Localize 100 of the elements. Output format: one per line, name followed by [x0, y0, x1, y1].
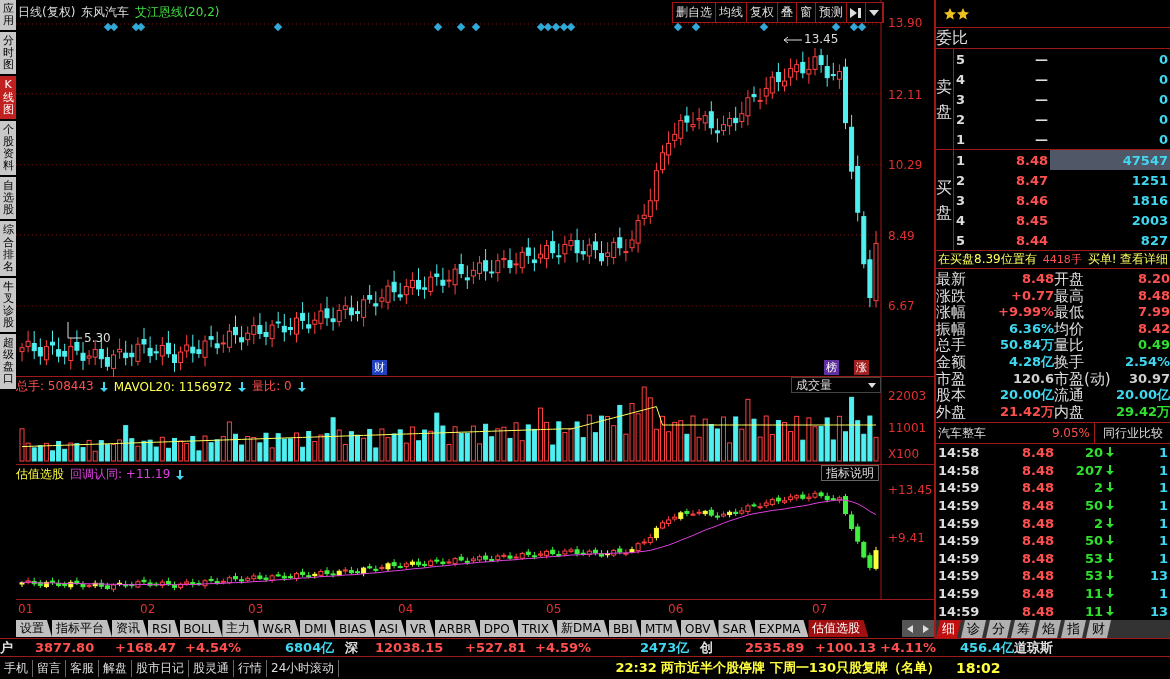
price-cell-text: 8.44 [1014, 231, 1049, 250]
indicator-dropdown[interactable]: 成交量 [791, 377, 881, 393]
volume-readout: 量比: 0 [252, 378, 292, 395]
bottom-link[interactable]: 股灵通 [189, 659, 234, 677]
volume-cell[interactable]: 2003 [1050, 210, 1170, 231]
scroll-left-button[interactable] [902, 620, 918, 637]
side-tab[interactable]: 超级盘口 [0, 334, 16, 389]
detail-tab[interactable]: 筹 [1011, 620, 1036, 638]
trade-volume: 20 [1056, 443, 1116, 462]
detail-tab[interactable]: 指 [1061, 620, 1086, 638]
leader-line [783, 36, 803, 44]
stat-label: 最高 [1054, 287, 1085, 305]
price-cell-text: — [1034, 50, 1049, 69]
event-marker[interactable]: 财 [372, 360, 387, 375]
stat-label: 涨跌 [936, 287, 967, 305]
indicator-help-button[interactable]: 指标说明 [821, 465, 879, 481]
side-tab[interactable]: 自选股 [0, 177, 16, 220]
price-cell-text: 8.45 [1014, 211, 1049, 230]
right-arrow-icon [923, 624, 929, 633]
down-arrow-icon [1106, 517, 1114, 528]
detail-tab[interactable]: 分 [986, 620, 1011, 638]
stat-label: 市盈 [936, 370, 967, 388]
index-quote: 2535.89 [745, 640, 806, 655]
table-cell-text: 1 [1157, 585, 1169, 603]
detail-tab[interactable]: 财 [1086, 620, 1111, 638]
toolbar-button[interactable]: 预测 [816, 3, 847, 22]
toolbar-button[interactable]: 删自选 [673, 3, 716, 22]
dropdown-button[interactable] [866, 3, 883, 22]
side-tab[interactable]: 应用 [0, 0, 16, 31]
stat-value: 4.28亿 [1007, 354, 1054, 371]
volume-cell[interactable]: 827 [1050, 230, 1170, 251]
notice-link[interactable]: 买单! 查看详细 [1087, 251, 1169, 269]
volume-cell-text: 0 [1157, 90, 1169, 109]
caret-icon [868, 382, 876, 388]
bottom-link[interactable]: 客服 [66, 659, 99, 677]
side-tab[interactable]: 个股资料 [0, 120, 16, 176]
price-cell-text: 8.47 [1014, 171, 1049, 190]
toolbar-button[interactable]: 复权 [747, 3, 778, 22]
indicator-tab[interactable]: BOLL [179, 620, 223, 637]
indicator-tab[interactable]: BBI [608, 620, 641, 637]
trade-time: 14:59 [937, 549, 981, 568]
indicator-tab[interactable]: 主力 [222, 620, 259, 637]
index-name: 道琼斯 [1014, 638, 1055, 657]
high-price-label: 13.45 [804, 32, 839, 46]
indicator-tab[interactable]: TRIX [517, 620, 558, 637]
indicator-tab[interactable]: 新DMA [557, 620, 609, 637]
side-tab[interactable]: 牛叉诊股 [0, 277, 16, 333]
detail-tab[interactable]: 焰 [1036, 620, 1061, 638]
indicator-label: 艾江恩线(20,2) [135, 4, 220, 21]
indicator-tab[interactable]: ARBR [434, 620, 480, 637]
indicator-tab[interactable]: BIAS [335, 620, 375, 637]
expand-button[interactable] [847, 3, 866, 22]
side-tab[interactable]: K线图 [0, 76, 16, 119]
detail-tab[interactable]: 诊 [961, 620, 986, 638]
indicator-tab[interactable]: DPO [479, 620, 518, 637]
trade-volume: 2 [1056, 514, 1116, 532]
bottom-link[interactable]: 行情 [234, 659, 267, 677]
indicator-tab[interactable]: DMI [299, 620, 336, 637]
clock: 18:02 [956, 660, 1002, 676]
stat-value: 8.48 [1136, 287, 1170, 305]
bottom-link[interactable]: 解盘 [99, 659, 132, 677]
indicator-tab[interactable]: SAR [718, 620, 755, 637]
scroll-right-button[interactable] [918, 620, 934, 637]
bottom-link[interactable]: 24小时滚动 [267, 659, 340, 677]
low-price-label: 5.30 [84, 331, 111, 345]
volume-readout: 总手: 508443 [16, 378, 94, 395]
news-ticker[interactable]: 22:32 两市近半个股停牌 下周一130只股复牌（名单） [615, 659, 940, 677]
table-cell-text: 1 [1157, 461, 1169, 480]
indicator-tab[interactable]: 指标平台 [52, 620, 112, 637]
indicator-tab[interactable]: W&R [258, 620, 300, 637]
bottom-link[interactable]: 股市日记 [132, 659, 189, 677]
bottom-link[interactable]: 留言 [33, 659, 66, 677]
event-marker[interactable]: 涨 [854, 360, 869, 375]
price-cell-text: — [1034, 130, 1049, 149]
volume-cell-text: 0 [1157, 70, 1169, 89]
indicator-tab[interactable]: EXPMA [754, 620, 809, 637]
table-cell-text: 13 [1148, 602, 1169, 620]
indicator-tab[interactable]: MTM [640, 620, 681, 637]
volume-cell[interactable]: 47547 [1050, 150, 1170, 171]
event-marker[interactable]: 榜 [824, 360, 839, 375]
detail-tab[interactable]: 细 [936, 620, 961, 638]
indicator-tab[interactable]: 资讯 [112, 620, 148, 637]
toolbar-button[interactable]: 叠 [778, 3, 797, 22]
bottom-link[interactable]: 手机 [0, 659, 33, 677]
indicator-tab[interactable]: OBV [680, 620, 719, 637]
stat-value: 20.00亿 [1114, 387, 1170, 404]
trade-price: 8.48 [1020, 444, 1055, 462]
volume-cell[interactable]: 1251 [1050, 170, 1170, 191]
indicator-tab[interactable]: 设置 [16, 620, 52, 637]
indicator-tab[interactable]: VR [406, 620, 435, 637]
indicator-tab[interactable]: RSI [148, 620, 180, 637]
trade-price: 8.48 [1020, 461, 1055, 480]
index-quote: +4.11% [880, 640, 937, 655]
side-tab[interactable]: 综合排名 [0, 221, 16, 276]
trade-time: 14:58 [937, 461, 981, 480]
side-tab[interactable]: 分时图 [0, 32, 16, 75]
toolbar-button[interactable]: 均线 [716, 3, 747, 22]
indicator-tab[interactable]: 估值选股 [808, 620, 869, 637]
indicator-tab[interactable]: ASI [374, 620, 407, 637]
volume-cell[interactable]: 1816 [1050, 190, 1170, 211]
